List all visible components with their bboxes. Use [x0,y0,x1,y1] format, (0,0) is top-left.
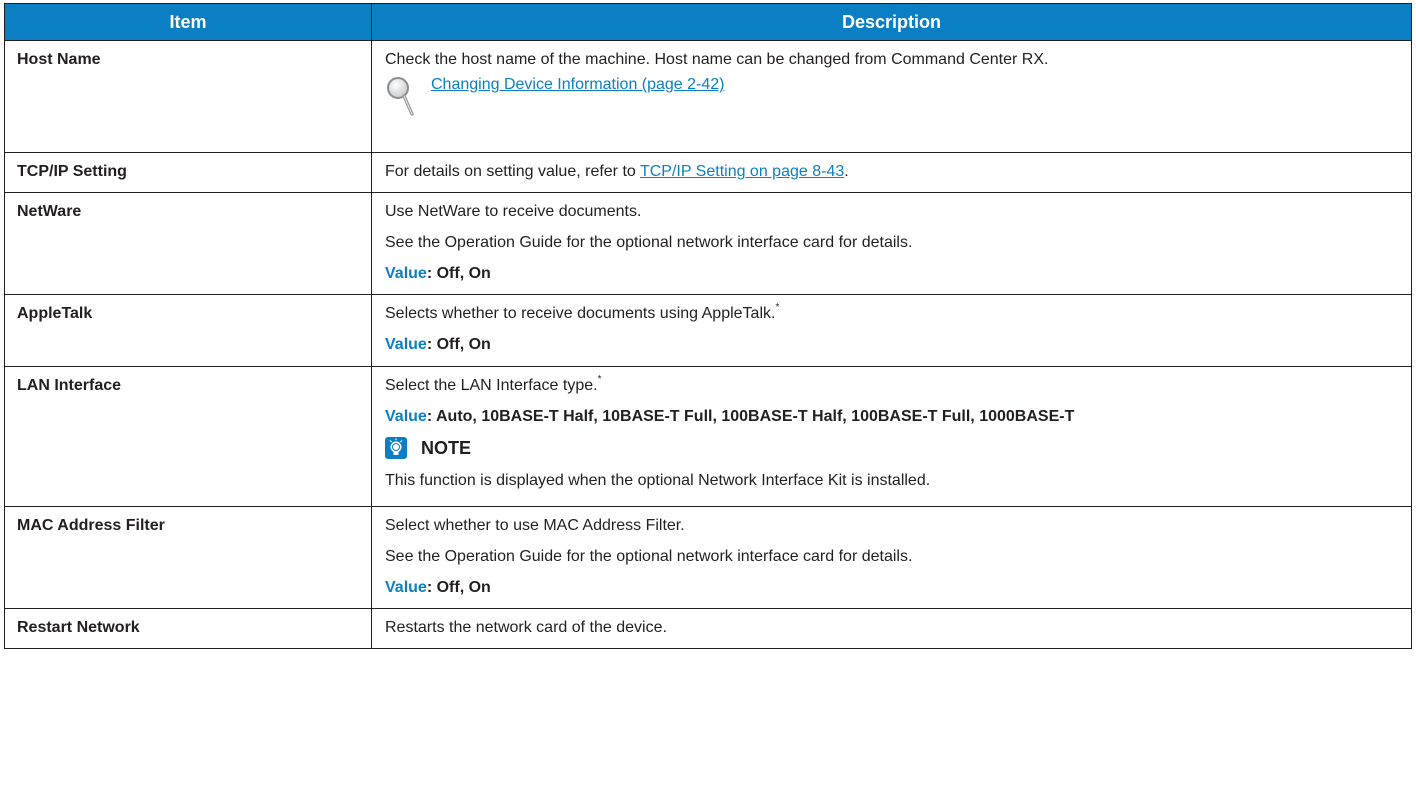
table-row: MAC Address Filter Select whether to use… [4,506,1412,609]
desc-line-1: Select the LAN Interface type.* [385,373,1401,396]
table-row: NetWare Use NetWare to receive documents… [4,192,1412,295]
table-row: TCP/IP Setting For details on setting va… [4,152,1412,193]
row-desc-tcpip: For details on setting value, refer to T… [371,152,1412,193]
row-desc-netware: Use NetWare to receive documents. See th… [371,192,1412,295]
table-row: Restart Network Restarts the network car… [4,608,1412,649]
settings-table: Item Description Host Name Check the hos… [4,3,1412,649]
note-header: NOTE [385,433,1401,463]
header-description: Description [371,3,1412,41]
value-line: Value: Off, On [385,578,1401,598]
desc-text: Selects whether to receive documents usi… [385,305,776,322]
desc-line-2: See the Operation Guide for the optional… [385,548,913,565]
row-item-mac-address-filter: MAC Address Filter [4,506,372,609]
tcpip-setting-link[interactable]: TCP/IP Setting on page 8-43 [640,163,844,180]
value-label: Value [385,336,427,353]
table-row: Host Name Check the host name of the mac… [4,40,1412,153]
header-item: Item [4,3,372,41]
desc-text: For details on setting value, refer to T… [385,162,1401,182]
value-text: : Off, On [426,336,491,353]
row-desc-lan-interface: Select the LAN Interface type.* Value: A… [371,366,1412,507]
magnifier-icon [387,77,414,116]
table-row: AppleTalk Selects whether to receive doc… [4,294,1412,367]
desc-text: Select the LAN Interface type. [385,377,598,394]
row-item-restart-network: Restart Network [4,608,372,649]
desc-line-2: See the Operation Guide for the optional… [385,234,913,251]
desc-suffix: . [844,163,849,180]
table-header-row: Item Description [4,3,1412,41]
value-text: : Off, On [426,579,491,596]
row-desc-appletalk: Selects whether to receive documents usi… [371,294,1412,367]
row-item-host-name: Host Name [4,40,372,153]
desc-line-1: Selects whether to receive documents usi… [385,301,1401,324]
value-label: Value [385,408,427,425]
value-line: Value: Auto, 10BASE-T Half, 10BASE-T Ful… [385,407,1401,427]
note-text: This function is displayed when the opti… [385,472,931,489]
footnote-marker: * [597,373,602,385]
value-line: Value: Off, On [385,264,1401,284]
desc-line-1: Use NetWare to receive documents. [385,203,642,220]
value-label: Value [385,579,427,596]
row-item-lan-interface: LAN Interface [4,366,372,507]
value-label: Value [385,265,427,282]
table-row: LAN Interface Select the LAN Interface t… [4,366,1412,507]
settings-table-container: Item Description Host Name Check the hos… [4,3,1412,649]
changing-device-information-link[interactable]: Changing Device Information (page 2-42) [431,75,725,95]
row-desc-mac-address-filter: Select whether to use MAC Address Filter… [371,506,1412,609]
note-icon [385,437,407,459]
desc-text: Restarts the network card of the device. [385,619,667,636]
desc-prefix: For details on setting value, refer to [385,163,640,180]
reference-row: Changing Device Information (page 2-42) [385,74,1401,118]
row-item-netware: NetWare [4,192,372,295]
row-desc-host-name: Check the host name of the machine. Host… [371,40,1412,153]
desc-text: Check the host name of the machine. Host… [385,51,1049,68]
note-title: NOTE [421,438,472,458]
value-text: : Off, On [426,265,491,282]
row-item-appletalk: AppleTalk [4,294,372,367]
value-line: Value: Off, On [385,335,1401,355]
row-item-tcpip: TCP/IP Setting [4,152,372,193]
desc-line-1: Select whether to use MAC Address Filter… [385,517,685,534]
value-text: : Auto, 10BASE-T Half, 10BASE-T Full, 10… [426,408,1075,425]
row-desc-restart-network: Restarts the network card of the device. [371,608,1412,649]
footnote-marker: * [775,301,780,313]
